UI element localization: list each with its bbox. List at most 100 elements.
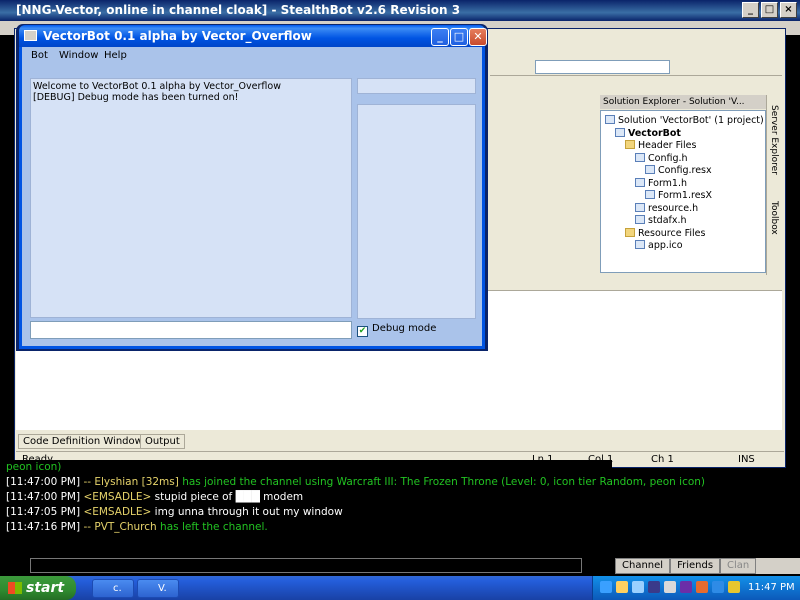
start-label: start xyxy=(26,580,65,596)
chat-text: stupid piece of ███ modem xyxy=(151,491,304,503)
chat-user: <EMSADLE> xyxy=(83,491,152,503)
vectorbot-channel-box[interactable] xyxy=(357,78,476,94)
tray-icon[interactable] xyxy=(728,581,740,593)
vectorbot-title-bar[interactable]: VectorBot 0.1 alpha by Vector_Overflow _… xyxy=(19,25,487,47)
vs-toolbar-combo[interactable] xyxy=(535,60,670,74)
tree-item[interactable]: Resource Files xyxy=(625,227,706,241)
vectorbot-user-list[interactable] xyxy=(357,104,476,319)
task-label: c. xyxy=(113,583,122,594)
chat-line: [11:47:05 PM] <EMSADLE> img unna through… xyxy=(6,505,606,520)
vs-toolbar xyxy=(490,58,782,76)
file-icon xyxy=(635,215,645,224)
chat-prefix: -- xyxy=(83,521,95,533)
chat-line: [11:47:00 PM] <EMSADLE> stupid piece of … xyxy=(6,490,606,505)
minimize-button[interactable]: _ xyxy=(742,2,759,18)
tree-item[interactable]: Config.resx xyxy=(645,165,712,178)
server-explorer-tab[interactable]: Server Explorer xyxy=(769,105,779,175)
vs-toolbar-icons[interactable] xyxy=(682,60,772,74)
stealthbot-title-bar[interactable]: [NNG-Vector, online in channel cloak] - … xyxy=(0,0,800,21)
tree-item-label: resource.h xyxy=(648,202,699,214)
checkmark-icon: ✔ xyxy=(357,326,368,337)
tab-channel[interactable]: Channel xyxy=(615,558,671,574)
tree-item-label: stdafx.h xyxy=(648,215,687,226)
chat-text: has joined the channel using Warcraft II… xyxy=(178,476,706,488)
tree-item[interactable]: VectorBot xyxy=(615,127,681,141)
file-icon xyxy=(635,202,645,212)
status-ins: INS xyxy=(738,454,755,465)
chat-input[interactable] xyxy=(30,558,582,573)
file-icon xyxy=(605,115,615,124)
output-tab[interactable]: Output xyxy=(140,434,185,449)
tab-friends[interactable]: Friends xyxy=(670,558,721,574)
file-icon xyxy=(635,152,645,162)
vectorbot-input[interactable] xyxy=(30,321,352,339)
maximize-button[interactable]: □ xyxy=(761,2,778,18)
taskbar-item[interactable]: V. xyxy=(137,579,179,598)
chat-time: [11:47:16 PM] xyxy=(6,521,81,533)
tree-item-label: Config.resx xyxy=(658,165,712,176)
log-line: [DEBUG] Debug mode has been turned on! xyxy=(33,92,239,103)
debug-mode-label: Debug mode xyxy=(372,323,437,334)
chat-prefix: -- xyxy=(83,476,95,488)
menu-help[interactable]: Help xyxy=(104,48,127,64)
app-icon xyxy=(24,30,37,41)
vb-close-button[interactable]: ✕ xyxy=(469,28,487,46)
chat-text: has left the channel. xyxy=(156,521,268,533)
tray-icon[interactable] xyxy=(712,581,724,593)
taskbar-item[interactable]: c. xyxy=(92,579,134,598)
chat-line: [11:47:00 PM] -- Elyshian [32ms] has joi… xyxy=(6,475,705,490)
chat-log[interactable]: peon icon) [11:47:00 PM] -- Elyshian [32… xyxy=(0,460,705,560)
chat-user: <EMSADLE> xyxy=(83,506,152,518)
file-icon xyxy=(615,127,625,137)
log-line: Welcome to VectorBot 0.1 alpha by Vector… xyxy=(33,81,281,92)
chat-user: PVT_Church xyxy=(94,521,157,533)
tab-clan[interactable]: Clan xyxy=(720,558,757,574)
vs-side-strip: Server Explorer Toolbox xyxy=(766,95,782,275)
tree-item[interactable]: Header Files xyxy=(625,140,696,153)
tree-item[interactable]: Solution 'VectorBot' (1 project) xyxy=(605,115,764,128)
tree-item-label: Resource Files xyxy=(638,227,706,239)
clock: 11:47 PM xyxy=(748,582,795,593)
chat-snippet: peon icon) xyxy=(6,461,62,473)
menu-window[interactable]: Window xyxy=(59,48,98,64)
chat-line: [11:47:16 PM] -- PVT_Church has left the… xyxy=(6,520,606,535)
tree-item[interactable]: Form1.resX xyxy=(645,190,712,203)
folder-icon xyxy=(625,227,635,237)
tree-item-label: app.ico xyxy=(648,240,683,251)
file-icon xyxy=(645,165,655,174)
chat-time: [11:47:00 PM] xyxy=(6,476,81,488)
tree-item[interactable]: app.ico xyxy=(635,240,683,253)
debug-mode-checkbox[interactable]: ✔ Debug mode xyxy=(357,323,436,337)
stealthbot-title: [NNG-Vector, online in channel cloak] - … xyxy=(16,3,461,17)
tray-icon[interactable] xyxy=(632,581,644,593)
tray-icon[interactable] xyxy=(696,581,708,593)
vb-maximize-button[interactable]: □ xyxy=(450,28,468,46)
code-definition-tab[interactable]: Code Definition Window xyxy=(18,434,148,449)
folder-icon xyxy=(625,140,635,149)
file-icon xyxy=(635,240,645,249)
tray-icon[interactable] xyxy=(680,581,692,593)
tree-item[interactable]: Config.h xyxy=(635,152,688,166)
tray-icon[interactable] xyxy=(648,581,660,593)
tree-item[interactable]: stdafx.h xyxy=(635,215,687,228)
vb-minimize-button[interactable]: _ xyxy=(431,28,449,46)
tree-item[interactable]: Form1.h xyxy=(635,177,688,191)
solution-explorer-tree[interactable]: Solution 'VectorBot' (1 project) VectorBo… xyxy=(600,110,766,273)
file-icon xyxy=(645,190,655,199)
task-label: V. xyxy=(158,583,167,594)
tree-item-label: Form1.h xyxy=(648,177,688,189)
tree-item-label: Form1.resX xyxy=(658,190,712,201)
tray-icon[interactable] xyxy=(600,581,612,593)
tree-item-label: Solution 'VectorBot' (1 project) xyxy=(618,115,764,126)
chat-time: [11:47:05 PM] xyxy=(6,506,81,518)
channel-tabs: Channel Friends Clan xyxy=(615,558,800,574)
tray-icon[interactable] xyxy=(616,581,628,593)
tree-item-label: VectorBot xyxy=(628,127,681,139)
menu-bot[interactable]: Bot xyxy=(31,48,48,64)
toolbox-tab[interactable]: Toolbox xyxy=(769,201,779,235)
tray-icon[interactable] xyxy=(664,581,676,593)
vectorbot-log[interactable]: Welcome to VectorBot 0.1 alpha by Vector… xyxy=(30,78,352,318)
close-button[interactable]: × xyxy=(780,2,797,18)
tree-item[interactable]: resource.h xyxy=(635,202,699,216)
tree-item-label: Header Files xyxy=(638,140,697,151)
